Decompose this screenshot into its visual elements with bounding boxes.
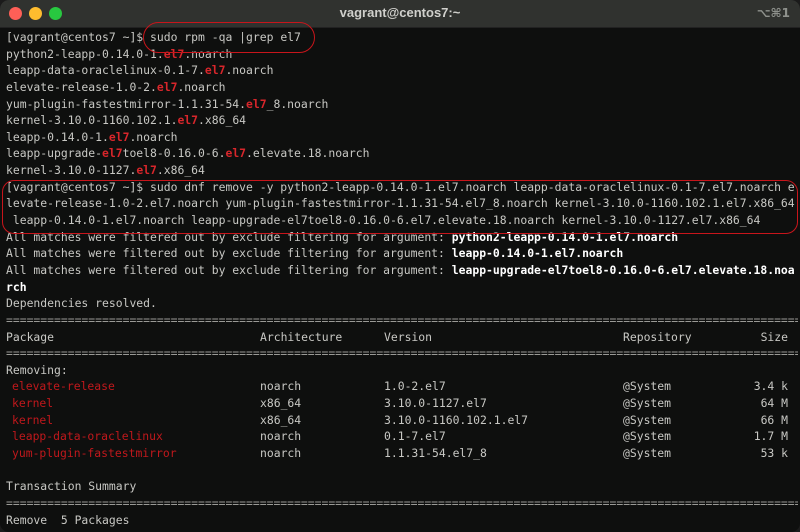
table-row: yum-plugin-fastestmirror noarch 1.1.31-54.… <box>6 445 798 462</box>
table-row: kernel x86_64 3.10.0-1127.el7 @System 64 M <box>6 395 798 412</box>
output-text: toel8-0.16.0-6. <box>122 146 226 161</box>
cell-arch: x86_64 <box>260 412 302 427</box>
removing-label: Removing: <box>6 362 68 377</box>
section-label: Removing: <box>6 362 798 379</box>
table-header: Package Architecture Version Repository Size <box>6 329 798 346</box>
cell-repo: @System <box>623 379 672 394</box>
filter-argument: leapp-upgrade-el7toel8-0.16.0-6.el7.elev… <box>451 262 795 277</box>
output-text: leapp-0.14.0-1. <box>6 129 109 144</box>
highlight-rpm-command <box>143 22 315 53</box>
output-text: _8.noarch <box>266 96 329 111</box>
filter-prefix: All matches were filtered out by exclude… <box>6 262 452 277</box>
table-row: leapp-data-oraclelinux noarch 0.1-7.el7 @Sy… <box>6 428 798 445</box>
cell-size: 66 M <box>760 412 788 427</box>
cell-repo: @System <box>623 429 672 444</box>
summary-title: Transaction Summary <box>6 478 798 495</box>
header-version: Version <box>384 329 433 344</box>
separator: ========================================… <box>6 495 798 510</box>
grep-match: el7 <box>177 113 199 128</box>
output-text: .noarch <box>225 63 274 78</box>
grep-match: el7 <box>204 63 226 78</box>
cell-version: 3.10.0-1127.el7 <box>384 396 487 411</box>
status-line: Dependencies resolved. <box>6 295 798 312</box>
grep-match: el7 <box>156 79 178 94</box>
window-shortcut: ⌥⌘1 <box>756 6 790 20</box>
output-text: .elevate.18.noarch <box>246 146 370 161</box>
cell-version: 1.0-2.el7 <box>384 379 446 394</box>
filter-argument: leapp-0.14.0-1.el7.noarch <box>451 246 624 261</box>
header-repo: Repository <box>623 329 692 344</box>
filter-message: All matches were filtered out by exclude… <box>6 262 798 279</box>
grep-match: el7 <box>108 129 130 144</box>
cell-size: 1.7 M <box>753 429 788 444</box>
output-text: .noarch <box>129 129 178 144</box>
output-text: leapp-upgrade- <box>6 146 103 161</box>
cell-size: 53 k <box>760 446 788 461</box>
output-line: yum-plugin-fastestmirror-1.1.31-54.el7_8… <box>6 96 798 113</box>
shell-prompt: [vagrant@centos7 ~]$ <box>6 30 151 44</box>
highlight-dnf-command <box>2 180 798 234</box>
cell-repo: @System <box>623 446 672 461</box>
filter-message: All matches were filtered out by exclude… <box>6 245 798 262</box>
output-text: elevate-release-1.0-2. <box>6 79 157 94</box>
cell-arch: noarch <box>260 429 302 444</box>
cell-package: yum-plugin-fastestmirror <box>12 446 177 461</box>
output-line: leapp-data-oraclelinux-0.1-7.el7.noarch <box>6 62 798 79</box>
cell-package: kernel <box>12 412 54 427</box>
cell-repo: @System <box>623 412 672 427</box>
output-text: leapp-data-oraclelinux-0.1-7. <box>6 63 205 78</box>
output-line: leapp-upgrade-el7toel8-0.16.0-6.el7.elev… <box>6 145 798 162</box>
header-arch: Architecture <box>260 329 343 344</box>
cell-version: 1.1.31-54.el7_8 <box>384 446 487 461</box>
output-line: kernel-3.10.0-1160.102.1.el7.x86_64 <box>6 112 798 129</box>
output-text: kernel-3.10.0-1127. <box>6 163 137 178</box>
header-size: Size <box>760 329 788 344</box>
summary-title-text: Transaction Summary <box>6 479 137 494</box>
cell-package: kernel <box>12 396 54 411</box>
header-package: Package <box>6 329 55 344</box>
output-text: python2-leapp-0.14.0-1. <box>6 46 164 61</box>
grep-match: el7 <box>225 146 247 161</box>
output-text: yum-plugin-fastestmirror-1.1.31-54. <box>6 96 247 111</box>
filter-prefix: All matches were filtered out by exclude… <box>6 246 452 261</box>
table-row: kernel x86_64 3.10.0-1160.102.1.el7 @System… <box>6 412 798 429</box>
window-title: vagrant@centos7:~ <box>339 5 461 20</box>
command-line: [vagrant@centos7 ~]$ sudo rpm -qa |grep … <box>6 29 798 46</box>
terminal-window: vagrant@centos7:~ ⌥⌘1 [vagrant@centos7 ~… <box>0 0 800 532</box>
output-text: kernel-3.10.0-1160.102.1. <box>6 113 178 128</box>
summary-line: Remove 5 Packages <box>6 512 798 529</box>
grep-match: el7 <box>102 146 123 161</box>
cell-arch: noarch <box>260 379 302 394</box>
output-line: leapp-0.14.0-1.el7.noarch <box>6 129 798 146</box>
separator: ========================================… <box>6 346 798 361</box>
filter-argument: rch <box>6 279 27 294</box>
cell-version: 0.1-7.el7 <box>384 429 446 444</box>
filter-message-wrap: rch <box>6 279 798 296</box>
table-row: elevate-release noarch 1.0-2.el7 @System 3.4… <box>6 378 798 395</box>
cell-size: 3.4 k <box>753 379 788 394</box>
cell-package: leapp-data-oraclelinux <box>12 429 163 444</box>
cell-arch: noarch <box>260 446 302 461</box>
cell-version: 3.10.0-1160.102.1.el7 <box>384 412 529 427</box>
terminal-output[interactable]: [vagrant@centos7 ~]$ sudo rpm -qa |grep … <box>6 29 798 528</box>
output-text: .x86_64 <box>198 113 247 128</box>
output-line: elevate-release-1.0-2.el7.noarch <box>6 79 798 96</box>
summary-text: Remove 5 Packages <box>6 512 130 527</box>
output-line: python2-leapp-0.14.0-1.el7.noarch <box>6 46 798 63</box>
grep-match: el7 <box>246 96 267 111</box>
cell-package: elevate-release <box>12 379 115 394</box>
cell-size: 64 M <box>760 396 788 411</box>
title-bar: vagrant@centos7:~ ⌥⌘1 <box>0 0 800 28</box>
cell-repo: @System <box>623 396 672 411</box>
grep-match: el7 <box>136 163 157 178</box>
separator: ========================================… <box>6 312 798 327</box>
cell-arch: x86_64 <box>260 396 302 411</box>
deps-status: Dependencies resolved. <box>6 296 157 311</box>
output-text: .x86_64 <box>156 163 205 178</box>
output-line: kernel-3.10.0-1127.el7.x86_64 <box>6 162 798 179</box>
output-text: .noarch <box>177 79 226 94</box>
